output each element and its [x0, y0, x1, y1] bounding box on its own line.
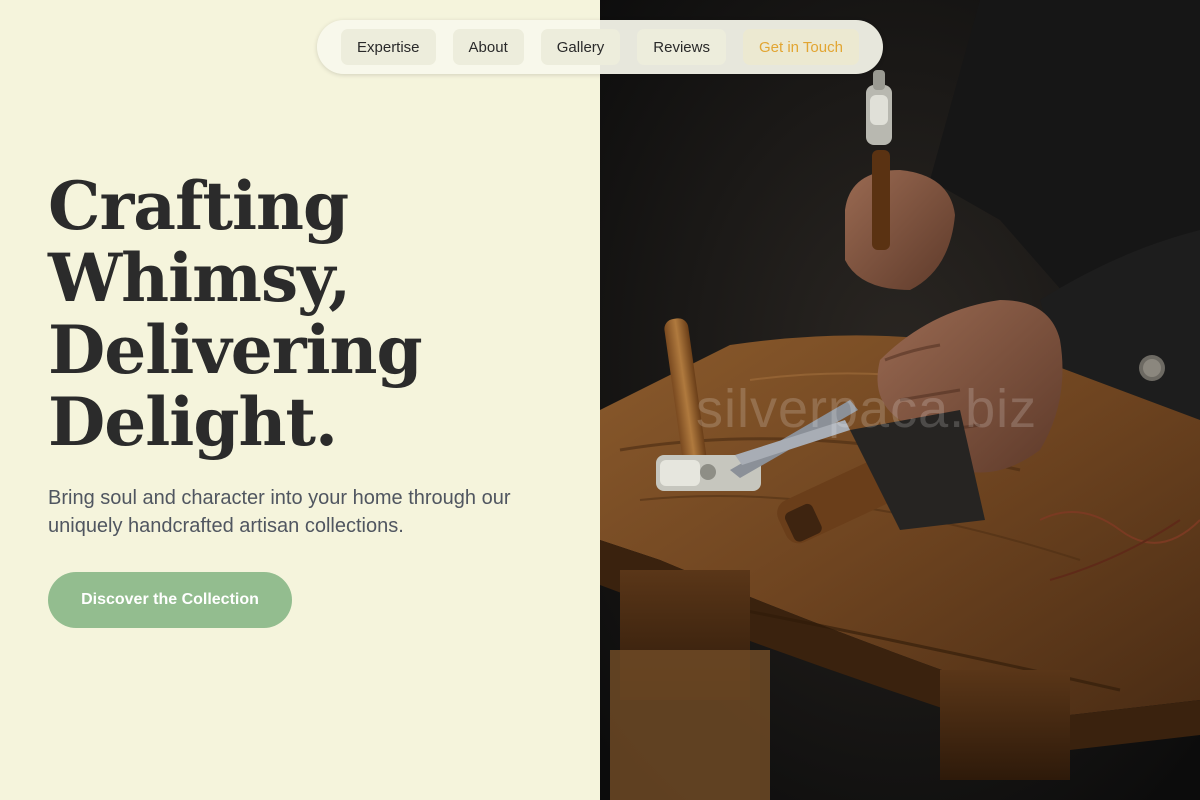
hero-title-line: Crafting	[48, 167, 349, 245]
hero-subtitle: Bring soul and character into your home …	[48, 487, 511, 537]
nav-item-get-in-touch[interactable]: Get in Touch	[743, 29, 859, 65]
nav-item-gallery[interactable]: Gallery	[540, 29, 621, 65]
main-navigation: Expertise About Gallery Reviews Get in T…	[317, 20, 883, 74]
hero-title-line: Delivering	[48, 311, 423, 389]
hero-photo: silverpaca.biz	[600, 0, 1200, 800]
watermark-text: silverpaca.biz	[696, 379, 1038, 439]
discover-collection-button[interactable]: Discover the Collection	[48, 572, 292, 628]
hero-title: Crafting Whimsy, Delivering Delight.	[48, 170, 568, 458]
hero-title-line: Delight.	[48, 383, 338, 461]
nav-item-about[interactable]: About	[452, 29, 524, 65]
nav-item-reviews[interactable]: Reviews	[637, 29, 726, 65]
nav-item-expertise[interactable]: Expertise	[341, 29, 436, 65]
hero-section: Crafting Whimsy, Delivering Delight. Bri…	[0, 0, 600, 800]
hero-title-line: Whimsy,	[48, 239, 351, 317]
